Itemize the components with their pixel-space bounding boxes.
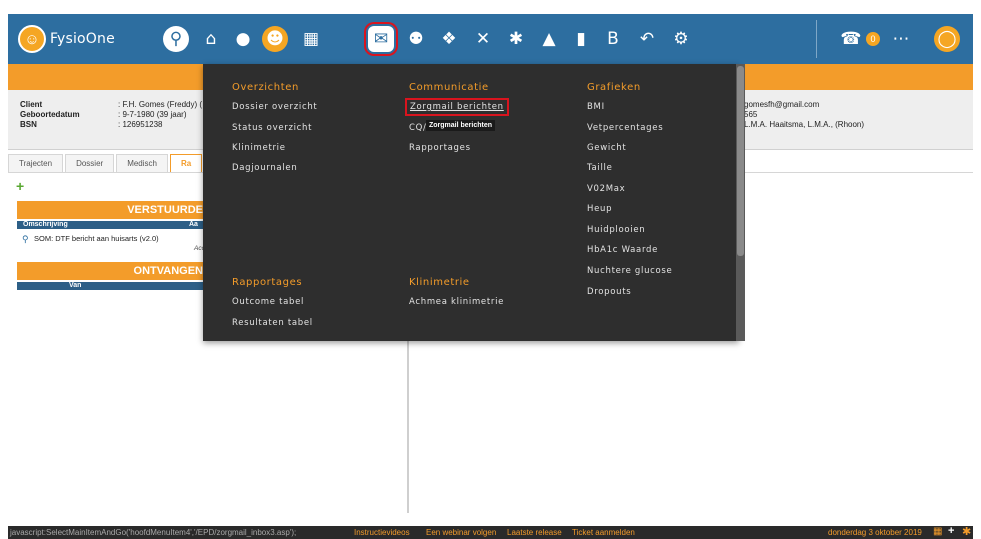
link-laatste-release[interactable]: Laatste release <box>507 528 562 537</box>
received-section-header: ONTVANGEN <box>17 262 207 280</box>
group-icon[interactable]: ☻ <box>262 26 288 52</box>
plus-icon[interactable]: + <box>948 525 954 537</box>
menu-item-achmea-klinimetrie[interactable]: Achmea klinimetrie <box>409 297 504 307</box>
home-icon[interactable]: ⌂ <box>198 26 224 52</box>
sent-column-header: Omschrijving Aa <box>17 221 207 229</box>
b-icon[interactable]: B <box>600 26 626 52</box>
sent-col-aan[interactable]: Aa <box>189 221 198 229</box>
menu-item-heup[interactable]: Heup <box>587 204 612 214</box>
calendar-icon[interactable]: ▦ <box>298 26 324 52</box>
birthdate-label: Geboortedatum <box>20 110 80 119</box>
menu-heading-klinimetrie: Klinimetrie <box>409 277 470 288</box>
mail-mega-menu: Overzichten Dossier overzicht Status ove… <box>203 64 739 341</box>
menu-item-v02max[interactable]: V02Max <box>587 184 625 194</box>
person-icon[interactable]: ● <box>230 26 256 52</box>
add-icon[interactable]: + <box>16 178 24 194</box>
client-label: Client <box>20 100 43 109</box>
tab-dossier[interactable]: Dossier <box>65 154 115 172</box>
client-email[interactable]: gomesfh@gmail.com <box>744 100 819 109</box>
tab-medisch[interactable]: Medisch <box>116 154 168 172</box>
bsn-label: BSN <box>20 120 37 129</box>
mail-icon[interactable]: ✉ <box>368 26 394 52</box>
link-webinar[interactable]: Een webinar volgen <box>426 528 496 537</box>
menu-item-nuchtere-glucose[interactable]: Nuchtere glucose <box>587 266 672 276</box>
menu-item-dropouts[interactable]: Dropouts <box>587 287 631 297</box>
practitioner-names: L.M.A. Haaitsma, L.M.A., (Rhoon) <box>744 120 865 129</box>
menu-item-taille[interactable]: Taille <box>587 163 613 173</box>
logo-text: FysioOne <box>50 31 115 47</box>
menu-item-klinimetrie[interactable]: Klinimetrie <box>232 143 286 153</box>
menu-item-dagjournalen[interactable]: Dagjournalen <box>232 163 297 173</box>
exercise-icon[interactable]: ✕ <box>470 26 496 52</box>
menu-item-dossier-overzicht[interactable]: Dossier overzicht <box>232 102 317 112</box>
menu-item-hba1c-waarde[interactable]: HbA1c Waarde <box>587 245 658 255</box>
calendar-small-icon[interactable]: ▦ <box>933 526 942 537</box>
organization-icon[interactable]: ▲ <box>536 26 562 52</box>
app-window: ☺ FysioOne ⚲ ⌂ ● ☻ ▦ ✉ ⚉ ❖ ✕ ✱ ▲ ▮ B ↶ ⚙… <box>0 0 981 539</box>
logo-figure-icon: ☺ <box>18 25 46 53</box>
sent-message-description: SOM: DTF bericht aan huisarts (v2.0) <box>34 234 159 243</box>
money-icon[interactable]: ⚉ <box>403 26 429 52</box>
link-ticket-aanmelden[interactable]: Ticket aanmelden <box>572 528 635 537</box>
menu-heading-grafieken: Grafieken <box>587 82 641 93</box>
received-col-van[interactable]: Van <box>69 282 81 290</box>
menu-item-status-overzicht[interactable]: Status overzicht <box>232 123 312 133</box>
status-date: donderdag 3 oktober 2019 <box>828 528 922 537</box>
nav-divider <box>816 20 817 58</box>
link-instructievideos[interactable]: Instructievideos <box>354 528 410 537</box>
client-phone: 565 <box>744 110 758 119</box>
tab-trajecten[interactable]: Trajecten <box>8 154 64 172</box>
received-column-header: Van <box>17 282 207 290</box>
fysioone-logo[interactable]: ☺ FysioOne <box>18 25 115 53</box>
menu-item-resultaten-tabel[interactable]: Resultaten tabel <box>232 318 313 328</box>
dossier-tabs: Trajecten Dossier Medisch Ra <box>8 154 203 172</box>
body-icon[interactable]: ✱ <box>503 26 529 52</box>
menu-item-bmi[interactable]: BMI <box>587 102 605 112</box>
settings-icon[interactable]: ⚙ <box>668 26 694 52</box>
menu-scrollbar-thumb[interactable] <box>737 66 744 256</box>
menu-heading-communicatie: Communicatie <box>409 82 489 93</box>
top-navigation-bar: ☺ FysioOne ⚲ ⌂ ● ☻ ▦ ✉ ⚉ ❖ ✕ ✱ ▲ ▮ B ↶ ⚙… <box>8 14 973 64</box>
user-icon[interactable]: ◯ <box>934 26 960 52</box>
tab-rapportages[interactable]: Ra <box>169 154 203 172</box>
menu-item-gewicht[interactable]: Gewicht <box>587 143 626 153</box>
tooltip: Zorgmail berichten <box>426 120 496 131</box>
handshake-icon[interactable]: ❖ <box>436 26 462 52</box>
search-icon[interactable]: ⚲ <box>163 26 189 52</box>
menu-item-rapportages[interactable]: Rapportages <box>409 143 471 153</box>
menu-item-outcome-tabel[interactable]: Outcome tabel <box>232 297 304 307</box>
runner-icon[interactable]: ✱ <box>962 525 971 538</box>
status-bar: javascript:SelectMainItemAndGo('hoofdMen… <box>8 525 973 539</box>
menu-scrollbar[interactable] <box>736 64 745 341</box>
magnifier-icon[interactable]: ⚲ <box>22 234 29 245</box>
menu-item-huidplooien[interactable]: Huidplooien <box>587 225 645 235</box>
list-item[interactable]: ⚲ SOM: DTF bericht aan huisarts (v2.0) A… <box>22 231 207 255</box>
birthdate-value: : 9-7-1980 (39 jaar) <box>118 110 187 119</box>
status-url: javascript:SelectMainItemAndGo('hoofdMen… <box>10 528 297 537</box>
bsn-value: : 126951238 <box>118 120 163 129</box>
menu-item-vetpercentages[interactable]: Vetpercentages <box>587 123 663 133</box>
menu-heading-rapportages: Rapportages <box>232 277 303 288</box>
support-icon[interactable]: ☎ <box>838 26 864 52</box>
chart-icon[interactable]: ▮ <box>568 26 594 52</box>
back-icon[interactable]: ↶ <box>634 26 660 52</box>
menu-heading-overzichten: Overzichten <box>232 82 299 93</box>
sent-section-header: VERSTUURDE <box>17 201 207 219</box>
sent-col-description[interactable]: Omschrijving <box>23 221 68 229</box>
more-icon[interactable]: ⋯ <box>888 26 914 52</box>
notification-badge: 0 <box>866 32 880 46</box>
menu-item-zorgmail-berichten[interactable]: Zorgmail berichten <box>405 98 509 116</box>
client-name: : F.H. Gomes (Freddy) ( <box>118 100 203 109</box>
